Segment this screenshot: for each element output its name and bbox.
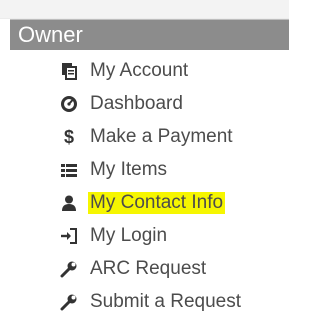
menu-item-my-account[interactable]: My Account bbox=[60, 56, 188, 86]
menu-item-label: Make a Payment bbox=[90, 126, 233, 147]
menu-item-label: My Contact Info bbox=[88, 192, 226, 214]
tachometer-icon bbox=[60, 95, 78, 113]
menu-item-submit-a-request[interactable]: Submit a Request bbox=[60, 287, 241, 317]
menu-item-label: ARC Request bbox=[90, 258, 207, 279]
user-icon bbox=[60, 194, 78, 212]
menu-item-dashboard[interactable]: Dashboard bbox=[60, 89, 183, 119]
menu-item-label: Dashboard bbox=[90, 93, 183, 114]
wrench-icon bbox=[60, 293, 78, 311]
section-title: Owner bbox=[18, 22, 83, 47]
section-header-owner[interactable]: Owner bbox=[10, 19, 289, 50]
menu-item-label: My Account bbox=[90, 60, 189, 81]
menu-item-label: Submit a Request bbox=[90, 291, 242, 312]
menu-item-my-items[interactable]: My Items bbox=[60, 155, 167, 185]
top-strip bbox=[0, 0, 289, 19]
menu-item-arc-request[interactable]: ARC Request bbox=[60, 254, 206, 284]
list-icon bbox=[60, 161, 78, 179]
file-stack-icon bbox=[60, 62, 78, 80]
menu-item-my-login[interactable]: My Login bbox=[60, 221, 167, 251]
menu-item-my-contact-info[interactable]: My Contact Info bbox=[60, 188, 226, 218]
menu-item-label: My Login bbox=[90, 225, 168, 246]
sign-in-icon bbox=[60, 227, 78, 245]
menu-item-label: My Items bbox=[90, 159, 168, 180]
wrench-icon bbox=[60, 260, 78, 278]
dollar-icon: $ bbox=[63, 126, 74, 147]
owner-sidebar: Owner My Account Dashboard $ Make a Paym… bbox=[0, 0, 289, 330]
menu-item-make-a-payment[interactable]: $ Make a Payment bbox=[60, 122, 233, 152]
